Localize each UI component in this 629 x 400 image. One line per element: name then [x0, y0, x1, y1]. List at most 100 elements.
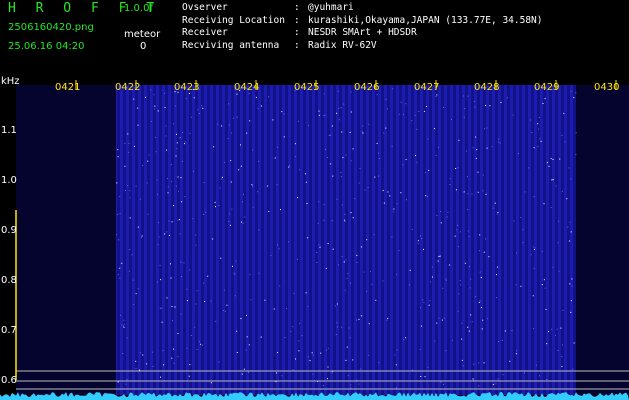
noise-speckle	[360, 368, 362, 370]
noise-speckle	[284, 337, 286, 338]
noise-speckle	[570, 90, 572, 92]
time-tick-label: 0423	[174, 82, 199, 93]
noise-speckle	[392, 88, 394, 90]
noise-speckle	[368, 323, 370, 325]
noise-speckle	[478, 385, 480, 387]
noise-speckle	[569, 221, 571, 223]
noise-speckle	[479, 250, 480, 252]
meteor-label: meteor	[124, 29, 161, 40]
noise-speckle	[543, 279, 545, 281]
noise-speckle	[221, 178, 223, 180]
noise-speckle	[533, 147, 535, 149]
noise-speckle	[148, 154, 150, 156]
noise-speckle	[350, 282, 351, 284]
noise-speckle	[141, 235, 143, 237]
noise-speckle	[298, 350, 300, 352]
noise-speckle	[423, 301, 425, 303]
noise-speckle	[327, 347, 329, 349]
noise-speckle	[189, 132, 191, 134]
noise-speckle	[293, 292, 295, 294]
noise-speckle	[196, 290, 198, 292]
noise-speckle	[345, 154, 347, 156]
noise-speckle	[167, 192, 169, 194]
noise-speckle	[463, 116, 465, 118]
noise-speckle	[499, 142, 501, 144]
noise-speckle	[496, 297, 498, 299]
time-tick-label: 0429	[534, 82, 559, 93]
noise-speckle	[482, 190, 484, 192]
noise-speckle	[150, 89, 152, 91]
noise-speckle	[268, 96, 270, 98]
noise-speckle	[373, 234, 375, 236]
noise-speckle	[281, 375, 283, 377]
noise-speckle	[167, 186, 169, 188]
noise-speckle	[132, 279, 134, 281]
noise-speckle	[183, 262, 185, 264]
noise-speckle	[157, 193, 159, 195]
noise-speckle	[462, 365, 464, 367]
noise-speckle	[487, 318, 489, 320]
noise-speckle	[246, 315, 247, 316]
noise-speckle	[249, 273, 251, 275]
noise-speckle	[203, 182, 205, 184]
noise-speckle	[427, 138, 429, 140]
noise-speckle	[176, 142, 178, 144]
noise-speckle	[177, 219, 179, 221]
noise-speckle	[443, 106, 444, 108]
noise-speckle	[121, 324, 123, 326]
noise-speckle	[318, 201, 320, 203]
noise-speckle	[312, 354, 314, 356]
noise-speckle	[341, 131, 343, 133]
noise-speckle	[318, 244, 320, 246]
noise-speckle	[289, 165, 290, 166]
noise-speckle	[117, 273, 119, 275]
noise-speckle	[356, 254, 358, 256]
noise-speckle	[117, 213, 119, 215]
noise-speckle	[307, 237, 309, 239]
noise-speckle	[268, 211, 270, 212]
noise-speckle	[224, 289, 226, 291]
noise-speckle	[468, 235, 470, 237]
noise-speckle	[516, 252, 517, 254]
y-tick-label: 0.8	[1, 275, 17, 286]
info-key: Receiving Location	[182, 14, 285, 26]
noise-speckle	[117, 149, 119, 151]
noise-speckle	[311, 352, 313, 354]
noise-speckle	[344, 289, 346, 291]
noise-speckle	[327, 366, 329, 368]
noise-speckle	[297, 120, 299, 122]
noise-speckle	[270, 254, 272, 256]
info-value: @yuhmari	[308, 2, 354, 13]
noise-speckle	[319, 246, 321, 248]
noise-speckle	[121, 262, 123, 264]
noise-speckle	[429, 281, 431, 283]
noise-speckle	[252, 206, 254, 208]
noise-speckle	[218, 205, 220, 206]
noise-speckle	[371, 283, 373, 285]
noise-speckle	[248, 344, 250, 346]
noise-speckle	[196, 349, 198, 350]
noise-speckle	[376, 142, 378, 144]
noise-speckle	[312, 373, 314, 375]
noise-speckle	[424, 376, 426, 378]
noise-speckle	[368, 354, 370, 356]
noise-speckle	[385, 98, 387, 100]
noise-speckle	[445, 279, 447, 281]
noise-speckle	[416, 128, 418, 130]
noise-speckle	[344, 213, 346, 215]
noise-speckle	[426, 196, 428, 198]
noise-speckle	[425, 172, 427, 174]
noise-speckle	[258, 272, 260, 274]
noise-speckle	[403, 339, 405, 341]
noise-speckle	[460, 284, 462, 286]
noise-speckle	[294, 156, 296, 158]
noise-speckle	[178, 137, 180, 139]
noise-speckle	[428, 304, 430, 306]
noise-speckle	[471, 193, 473, 195]
noise-speckle	[157, 243, 159, 245]
noise-speckle	[352, 217, 354, 219]
noise-speckle	[350, 384, 352, 386]
noise-speckle	[137, 107, 139, 109]
noise-speckle	[238, 169, 240, 171]
noise-speckle	[416, 161, 418, 163]
